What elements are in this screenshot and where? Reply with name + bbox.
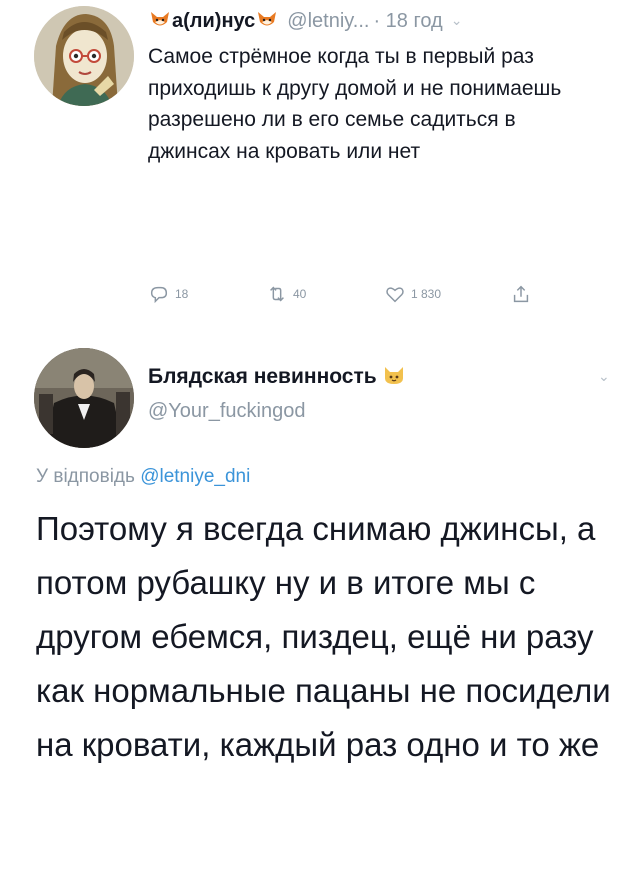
reply-context: У відповідь @letniye_dni (36, 466, 250, 488)
like-count: 1 830 (411, 287, 442, 301)
avatar-image (34, 6, 134, 106)
retweet-icon (270, 286, 284, 302)
tweet-text: Поэтому я всегда снимаю джинсы, а потом … (36, 510, 611, 763)
author-name-row: Блядская невинность (148, 364, 405, 389)
timestamp[interactable]: · 18 год (373, 10, 442, 32)
share-icon (513, 285, 529, 303)
reply-tweet: Блядская невинность @Your_fuckingod ⌄ У … (0, 342, 640, 890)
reply-count: 18 (175, 287, 189, 301)
fox-face-icon (151, 12, 169, 26)
heart-icon (386, 287, 404, 303)
avatar[interactable] (34, 6, 134, 106)
avatar[interactable] (34, 348, 134, 448)
tweet-actions: 18 40 1 830 (148, 283, 568, 309)
author-name[interactable]: Блядская невинность (148, 365, 377, 388)
retweet-count: 40 (293, 287, 307, 301)
author-name[interactable]: а(ли)нус (172, 10, 255, 32)
cat-face-icon (384, 367, 403, 384)
chevron-down-icon[interactable]: ⌄ (598, 368, 610, 385)
tweet-text: Самое стрёмное когда ты в первый раз при… (148, 45, 562, 163)
author-handle[interactable]: @letniy... (287, 10, 369, 32)
fox-face-icon (258, 12, 277, 26)
chevron-down-icon[interactable]: ⌄ (451, 4, 463, 36)
reply-button[interactable]: 18 (148, 283, 188, 305)
original-tweet: а(ли)нус @letniy... · 18 год ⌄ Самое стрём… (0, 0, 640, 340)
reply-prefix: У відповідь (36, 466, 135, 487)
author-handle[interactable]: @Your_fuckingod (148, 400, 305, 423)
like-button[interactable]: 1 830 (384, 283, 441, 305)
tweet-header: а(ли)нус @letniy... · 18 год ⌄ (148, 4, 618, 37)
avatar-image (34, 348, 134, 448)
reply-mention-link[interactable]: @letniye_dni (140, 466, 250, 487)
retweet-button[interactable]: 40 (266, 283, 306, 305)
share-button[interactable] (510, 283, 537, 305)
reply-icon (150, 286, 168, 304)
tweet-body: а(ли)нус @letniy... · 18 год ⌄ Самое стрём… (148, 4, 618, 167)
